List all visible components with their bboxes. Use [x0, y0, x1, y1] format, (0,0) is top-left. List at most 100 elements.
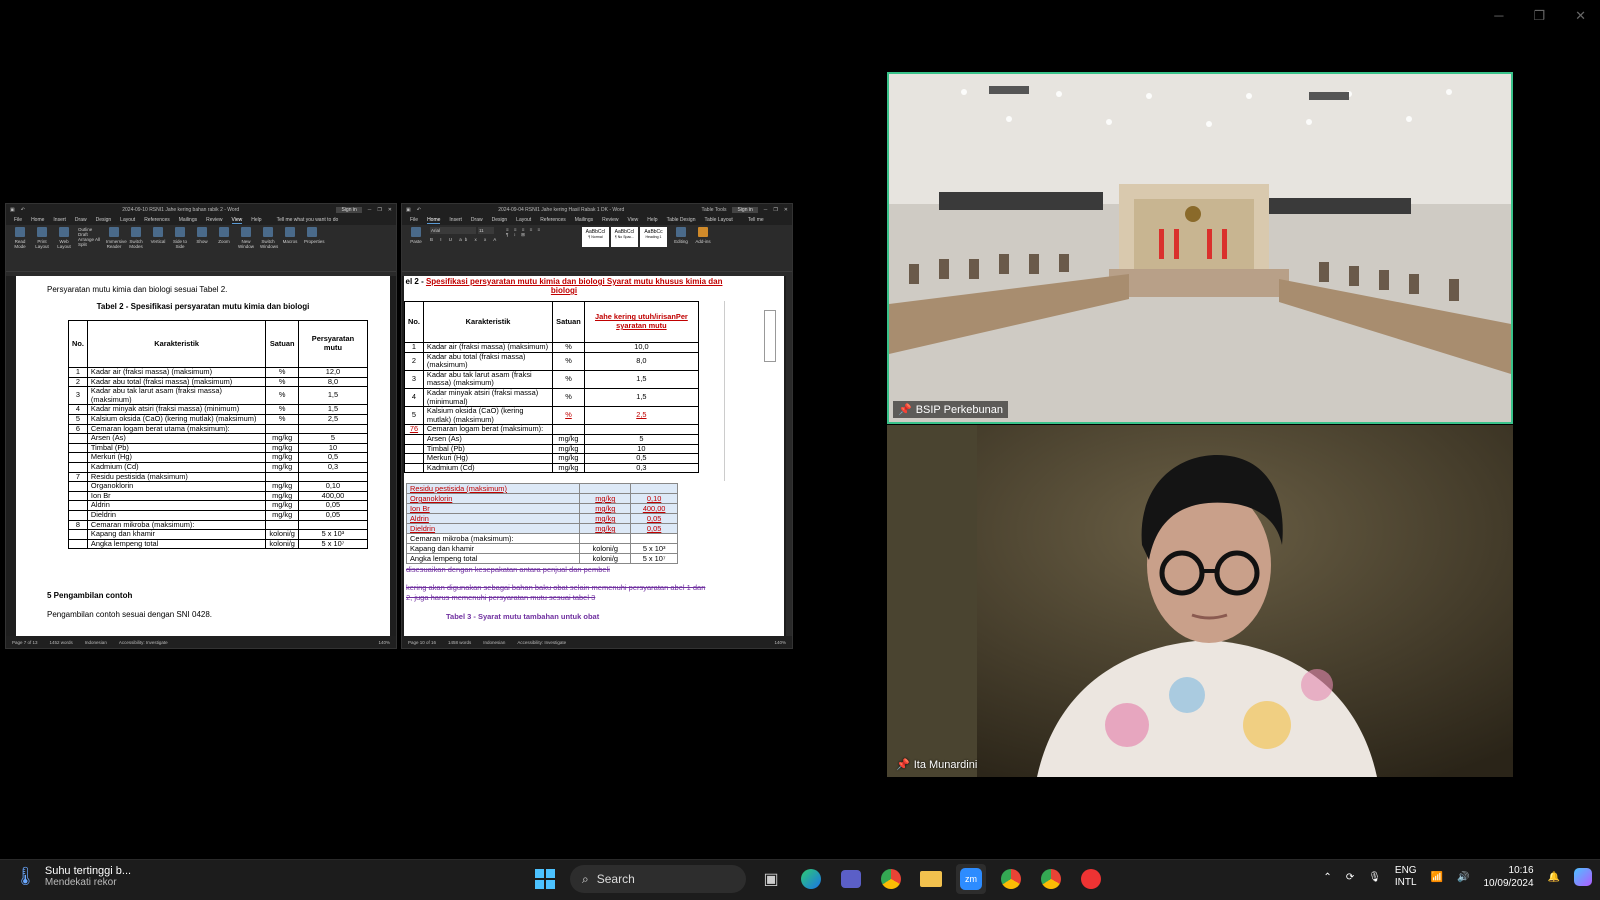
- zoom-button[interactable]: zm: [956, 864, 986, 894]
- weather-widget[interactable]: 🌡 Suhu tertinggi b... Mendekati rekor: [14, 865, 131, 888]
- ribbon-button[interactable]: Zoom: [216, 227, 232, 244]
- status-item[interactable]: Page 7 of 13: [12, 640, 38, 645]
- ribbon-button[interactable]: Read Mode: [12, 227, 28, 249]
- ribbon-button[interactable]: Web Layout: [56, 227, 72, 249]
- search-box[interactable]: ⌕ Search: [570, 865, 746, 893]
- document-page[interactable]: el 2 - Spesifikasi persyaratan mutu kimi…: [404, 276, 784, 636]
- tell-me-search[interactable]: Tell me what you want to do: [277, 217, 339, 223]
- ribbon-button[interactable]: Immersive Reader: [106, 227, 127, 249]
- menu-tab[interactable]: Help: [251, 217, 261, 223]
- zoom-level[interactable]: 140%: [774, 640, 786, 645]
- close-icon[interactable]: ✕: [1575, 8, 1586, 24]
- status-item[interactable]: Page 10 of 16: [408, 640, 436, 645]
- video-tile-bsip[interactable]: 📌 BSIP Perkebunan: [887, 72, 1513, 424]
- menu-tab[interactable]: Insert: [449, 217, 462, 223]
- document-page[interactable]: Persyaratan mutu kimia dan biologi sesua…: [16, 276, 390, 636]
- menu-tab[interactable]: Design: [492, 217, 508, 223]
- menu-tab[interactable]: Table Design: [667, 217, 696, 223]
- chrome-profile-button[interactable]: [996, 864, 1026, 894]
- comment-balloon[interactable]: [764, 310, 776, 362]
- status-item[interactable]: Indonesian: [85, 640, 107, 645]
- menu-tab[interactable]: Table Layout: [704, 217, 732, 223]
- menu-tab[interactable]: File: [410, 217, 418, 223]
- undo-icon[interactable]: ↶: [21, 207, 25, 213]
- edge-button[interactable]: [796, 864, 826, 894]
- font-size-select[interactable]: 11: [478, 227, 494, 234]
- paste-button[interactable]: Paste: [408, 227, 424, 244]
- ribbon-button[interactable]: New Window: [238, 227, 254, 249]
- close-icon[interactable]: ✕: [388, 207, 392, 213]
- file-explorer-button[interactable]: [916, 864, 946, 894]
- ribbon-button[interactable]: Show: [194, 227, 210, 244]
- start-button[interactable]: [530, 864, 560, 894]
- restore-icon[interactable]: ❐: [377, 207, 381, 213]
- sign-in-button[interactable]: Sign in: [732, 206, 758, 213]
- menu-tab[interactable]: References: [144, 217, 170, 223]
- teams-button[interactable]: [836, 864, 866, 894]
- zoom-level[interactable]: 140%: [378, 640, 390, 645]
- chrome-profile-button[interactable]: [1036, 864, 1066, 894]
- language-indicator[interactable]: ENG INTL: [1395, 865, 1417, 889]
- minimize-icon[interactable]: ─: [1494, 8, 1503, 24]
- paragraph-group[interactable]: ≡ ≡ ≡ ≡ ≡ ¶ ↕ ⊞: [506, 227, 576, 238]
- restore-icon[interactable]: ❐: [773, 207, 777, 213]
- sign-in-button[interactable]: Sign in: [336, 206, 362, 213]
- ribbon-button[interactable]: Macros: [282, 227, 298, 244]
- menu-tab[interactable]: Draw: [471, 217, 483, 223]
- menu-tab[interactable]: Mailings: [179, 217, 197, 223]
- menu-tab[interactable]: Draw: [75, 217, 87, 223]
- menu-tab[interactable]: Insert: [53, 217, 66, 223]
- menu-tab[interactable]: Mailings: [575, 217, 593, 223]
- notification-bell-icon[interactable]: 🔔: [1548, 872, 1560, 883]
- save-icon[interactable]: ▣: [406, 207, 411, 213]
- status-item[interactable]: 1452 words: [50, 640, 73, 645]
- ribbon-button[interactable]: Print Layout: [34, 227, 50, 249]
- style-swatch[interactable]: AaBbCc Heading 1: [640, 227, 667, 247]
- menu-tab[interactable]: File: [14, 217, 22, 223]
- chrome-button[interactable]: [876, 864, 906, 894]
- style-swatch[interactable]: AaBbCcI ¶ Normal: [582, 227, 609, 247]
- ribbon-button[interactable]: Side to Side: [172, 227, 188, 249]
- clock[interactable]: 10:16 10/09/2024: [1483, 864, 1533, 890]
- status-item[interactable]: 1458 words: [448, 640, 471, 645]
- font-name-select[interactable]: Arial: [430, 227, 476, 234]
- style-swatch[interactable]: AaBbCcI ¶ No Spac...: [611, 227, 638, 247]
- status-item[interactable]: Accessibility: Investigate: [517, 640, 566, 645]
- menu-tab[interactable]: View: [231, 217, 243, 224]
- chevron-up-icon[interactable]: ⌃: [1323, 872, 1331, 883]
- copilot-icon[interactable]: [1574, 868, 1592, 886]
- ribbon-button[interactable]: Vertical: [150, 227, 166, 244]
- menu-tab[interactable]: Review: [206, 217, 222, 223]
- ribbon-button[interactable]: Switch Windows: [260, 227, 278, 249]
- menu-tab[interactable]: Layout: [120, 217, 135, 223]
- menu-tab[interactable]: View: [628, 217, 639, 223]
- editing-button[interactable]: Editing: [673, 227, 689, 244]
- wifi-icon[interactable]: 📶: [1431, 872, 1443, 883]
- ribbon-button[interactable]: Properties: [304, 227, 325, 244]
- undo-icon[interactable]: ↶: [417, 207, 421, 213]
- restore-icon[interactable]: ❐: [1533, 8, 1545, 24]
- menu-tab[interactable]: References: [540, 217, 566, 223]
- video-tile-ita[interactable]: 📌 Ita Munardini: [887, 425, 1513, 777]
- sync-icon[interactable]: ⟳: [1346, 872, 1354, 883]
- ribbon-small-button[interactable]: Split: [78, 242, 100, 247]
- format-buttons[interactable]: B I U ab x x A: [430, 237, 500, 242]
- menu-tab[interactable]: Home: [31, 217, 44, 223]
- ribbon-button[interactable]: Switch Modes: [128, 227, 144, 249]
- scrollbar[interactable]: [786, 276, 792, 636]
- menu-tab[interactable]: Help: [647, 217, 657, 223]
- minimize-icon[interactable]: ─: [764, 207, 768, 213]
- save-icon[interactable]: ▣: [10, 207, 15, 213]
- tell-me-search[interactable]: Tell me: [748, 217, 764, 223]
- minimize-icon[interactable]: ─: [368, 207, 372, 213]
- status-item[interactable]: Indonesian: [483, 640, 505, 645]
- menu-tab[interactable]: Layout: [516, 217, 531, 223]
- volume-icon[interactable]: 🔊: [1457, 872, 1469, 883]
- menu-tab[interactable]: Review: [602, 217, 618, 223]
- menu-tab[interactable]: Design: [96, 217, 112, 223]
- status-item[interactable]: Accessibility: Investigate: [119, 640, 168, 645]
- task-view-button[interactable]: ▣: [756, 864, 786, 894]
- microphone-icon[interactable]: 🎙: [1368, 872, 1381, 883]
- close-icon[interactable]: ✕: [784, 207, 788, 213]
- menu-tab[interactable]: Home: [427, 217, 441, 224]
